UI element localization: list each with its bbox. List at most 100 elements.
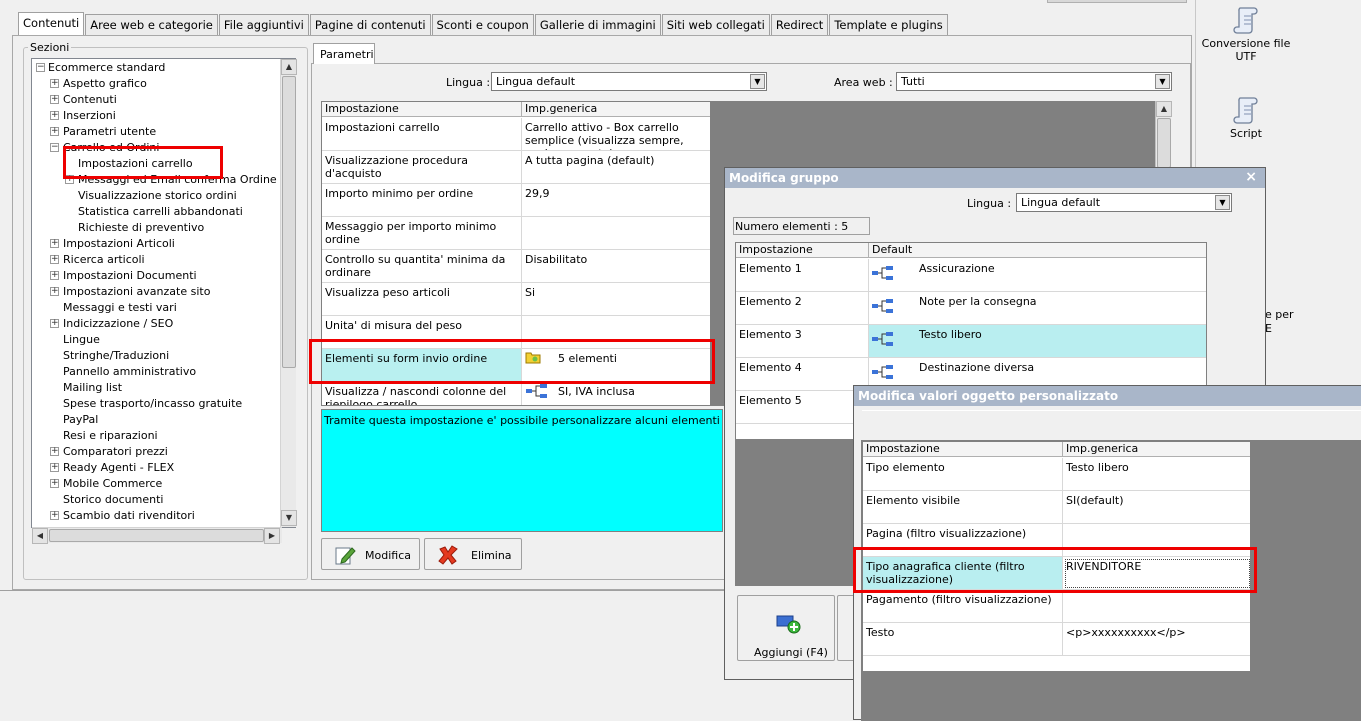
tree-item[interactable]: Contenuti	[63, 92, 117, 108]
tab-aree-web[interactable]: Aree web e categorie	[85, 14, 218, 35]
grid-scroll-thumb[interactable]	[1157, 118, 1171, 168]
tree-item[interactable]: Aspetto grafico	[63, 76, 147, 92]
scroll-right-button[interactable]: ▶	[264, 528, 280, 544]
gruppo-row-name[interactable]: Elemento 2	[736, 292, 869, 325]
tree-item[interactable]: Resi e riparazioni	[63, 428, 158, 444]
tree-expander[interactable]: +	[50, 319, 59, 328]
grid-setting-name[interactable]: Controllo su quantita' minima da ordinar…	[322, 250, 522, 283]
tree-item[interactable]: Ready Agenti - FLEX	[63, 460, 174, 476]
tab-file-aggiuntivi[interactable]: File aggiuntivi	[218, 14, 309, 35]
tree-item[interactable]: Visualizzazione storico ordini	[78, 188, 237, 204]
tree-expander[interactable]: +	[50, 287, 59, 296]
gruppo-row-value[interactable]: Note per la consegna	[869, 292, 1206, 325]
gruppo-row-name[interactable]: Elemento 1	[736, 259, 869, 292]
gruppo-row-name[interactable]: Elemento 3	[736, 325, 869, 358]
valori-row-value[interactable]: <p>xxxxxxxxxx</p>	[1063, 623, 1250, 656]
gruppo-row-value[interactable]: Assicurazione	[869, 259, 1206, 292]
script-scroll-icon-1[interactable]	[1232, 4, 1262, 36]
tree-item[interactable]: Ricerca articoli	[63, 252, 145, 268]
tree-item[interactable]: Mobile Commerce	[63, 476, 162, 492]
tab-parametri[interactable]: Parametri	[313, 43, 375, 64]
tree-expander[interactable]: +	[50, 95, 59, 104]
tree-item[interactable]: Indicizzazione / SEO	[63, 316, 173, 332]
valori-row-value[interactable]	[1063, 590, 1250, 623]
valori-row-name[interactable]: Elemento visibile	[863, 491, 1063, 524]
tree-vertical-scrollbar[interactable]: ▲ ▼	[280, 59, 297, 527]
tree-item[interactable]: Scambio dati rivenditori	[63, 508, 195, 524]
tree-item[interactable]: Stringhe/Traduzioni	[63, 348, 169, 364]
grid-setting-name[interactable]: Importo minimo per ordine	[322, 184, 522, 217]
tree-expander[interactable]: +	[50, 127, 59, 136]
tree-expander[interactable]: −	[50, 143, 59, 152]
scroll-thumb[interactable]	[282, 76, 296, 368]
gruppo-row-value[interactable]: Testo libero	[869, 325, 1206, 358]
tree-horizontal-scrollbar[interactable]: ◀ ▶	[32, 527, 282, 544]
tree-item[interactable]: Messaggi e testi vari	[63, 300, 177, 316]
close-icon[interactable]: ×	[1245, 169, 1257, 185]
chevron-down-icon[interactable]: ▼	[1215, 195, 1230, 210]
tab-siti-collegati[interactable]: Siti web collegati	[661, 14, 770, 35]
grid-setting-value[interactable]: A tutta pagina (default)	[522, 151, 710, 184]
tree-item[interactable]: Spese trasporto/incasso gratuite	[63, 396, 242, 412]
tree-item[interactable]: Lingue	[63, 332, 100, 348]
scroll-left-button[interactable]: ◀	[32, 528, 48, 544]
tree-item[interactable]: Richieste di preventivo	[78, 220, 204, 236]
tree-item[interactable]: Comparatori prezzi	[63, 444, 168, 460]
grid-setting-value[interactable]	[522, 217, 710, 250]
tree-item[interactable]: Statistica carrelli abbandonati	[78, 204, 243, 220]
grid-setting-name[interactable]: Visualizza / nascondi colonne del riepil…	[322, 382, 522, 405]
dialog-lingua-select[interactable]: Lingua default ▼	[1016, 193, 1232, 212]
tab-sconti-coupon[interactable]: Sconti e coupon	[431, 14, 534, 35]
tree-item[interactable]: Inserzioni	[63, 108, 116, 124]
tree-expander[interactable]: +	[50, 111, 59, 120]
elimina-button[interactable]: Elimina	[424, 538, 522, 570]
valori-row-value[interactable]: Testo libero	[1063, 458, 1250, 491]
tree-item[interactable]: Ecommerce standard	[48, 60, 165, 76]
tree-expander[interactable]: +	[50, 239, 59, 248]
grid-setting-value[interactable]: Carrello attivo - Box carrello semplice …	[522, 118, 710, 151]
chevron-down-icon[interactable]: ▼	[750, 74, 765, 89]
grid-setting-value[interactable]: Si	[522, 283, 710, 316]
tree-expander[interactable]: +	[50, 511, 59, 520]
tree-item[interactable]: Impostazioni Articoli	[63, 236, 175, 252]
tool-label-conversione[interactable]: Conversione file UTF	[1195, 37, 1297, 63]
grid-setting-value[interactable]: 29,9	[522, 184, 710, 217]
chevron-down-icon[interactable]: ▼	[1155, 74, 1170, 89]
tree-expander[interactable]: +	[50, 447, 59, 456]
gruppo-row-name[interactable]: Elemento 4	[736, 358, 869, 391]
aggiungi-button[interactable]: Aggiungi (F4)	[737, 595, 835, 661]
tool-label-script[interactable]: Script	[1195, 127, 1297, 140]
script-scroll-icon-2[interactable]	[1232, 94, 1262, 126]
scroll-up-button[interactable]: ▲	[281, 59, 297, 75]
scroll-down-button[interactable]: ▼	[281, 510, 297, 526]
tree-item[interactable]: Storico documenti	[63, 492, 163, 508]
tree-expander[interactable]: +	[50, 463, 59, 472]
grid-setting-value[interactable]: SI, IVA inclusa	[522, 382, 710, 405]
grid-scroll-up[interactable]: ▲	[1156, 101, 1172, 117]
tree-item[interactable]: Impostazioni Documenti	[63, 268, 197, 284]
lingua-select[interactable]: Lingua default ▼	[491, 72, 767, 91]
tab-template-plugins[interactable]: Template e plugins	[829, 14, 948, 35]
tab-gallerie[interactable]: Gallerie di immagini	[534, 14, 661, 35]
area-web-select[interactable]: Tutti ▼	[896, 72, 1172, 91]
valori-row-value[interactable]: SI(default)	[1063, 491, 1250, 524]
tab-pagine-contenuti[interactable]: Pagine di contenuti	[309, 14, 431, 35]
modifica-button[interactable]: Modifica	[321, 538, 420, 570]
gruppo-row-name[interactable]: Elemento 5	[736, 391, 869, 424]
tree-expander[interactable]: +	[50, 79, 59, 88]
tree-expander[interactable]: +	[50, 271, 59, 280]
tree-expander[interactable]: −	[36, 63, 45, 72]
tab-contenuti[interactable]: Contenuti	[18, 12, 85, 35]
grid-setting-name[interactable]: Visualizzazione procedura d'acquisto	[322, 151, 522, 184]
tab-redirect[interactable]: Redirect	[770, 14, 829, 35]
tree-item[interactable]: Pannello amministrativo	[63, 364, 196, 380]
valori-row-name[interactable]: Tipo elemento	[863, 458, 1063, 491]
tree-expander[interactable]: +	[50, 479, 59, 488]
tree-item[interactable]: PayPal	[63, 412, 98, 428]
valori-row-name[interactable]: Testo	[863, 623, 1063, 656]
grid-setting-name[interactable]: Visualizza peso articoli	[322, 283, 522, 316]
tree-item[interactable]: Mailing list	[63, 380, 122, 396]
tree-item[interactable]: Parametri utente	[63, 124, 156, 140]
grid-setting-value[interactable]: Disabilitato	[522, 250, 710, 283]
tree-item[interactable]: Impostazioni avanzate sito	[63, 284, 210, 300]
